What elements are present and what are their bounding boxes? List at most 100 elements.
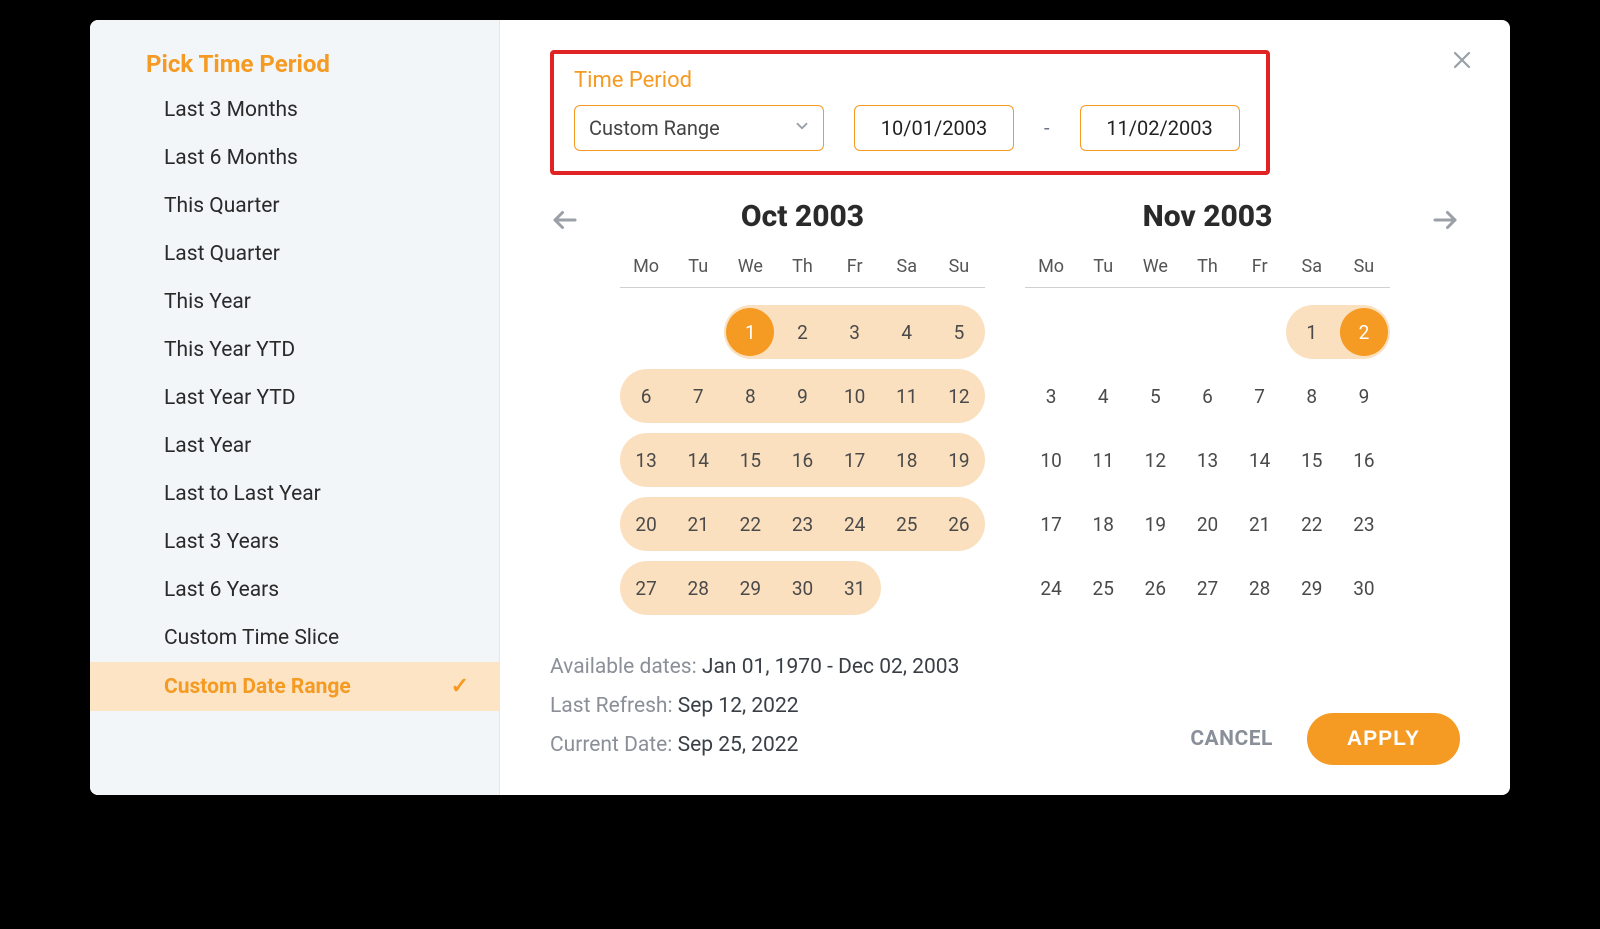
calendar-day[interactable]: 30 — [776, 561, 828, 615]
calendar-day[interactable]: 23 — [776, 497, 828, 551]
calendar-day[interactable]: 30 — [1338, 561, 1390, 615]
calendar-day[interactable]: 29 — [724, 561, 776, 615]
calendar-day[interactable]: 21 — [672, 497, 724, 551]
next-month-icon[interactable] — [1430, 199, 1460, 239]
start-date-input[interactable]: 10/01/2003 — [854, 105, 1014, 151]
calendar-day[interactable]: 25 — [1077, 561, 1129, 615]
chevron-down-icon — [793, 116, 811, 140]
prev-month-icon[interactable] — [550, 199, 580, 239]
calendar-day[interactable]: 23 — [1338, 497, 1390, 551]
sidebar-item-label: Last 3 Months — [164, 98, 298, 122]
calendar-day[interactable]: 18 — [881, 433, 933, 487]
calendar-right: Nov 2003 MoTuWeThFrSaSu12345678910111213… — [1025, 199, 1390, 620]
calendar-blank — [1129, 305, 1181, 359]
calendar-day[interactable]: 28 — [1234, 561, 1286, 615]
last-refresh-label: Last Refresh: — [550, 694, 673, 718]
calendar-day[interactable]: 6 — [1181, 369, 1233, 423]
calendar-day[interactable]: 27 — [620, 561, 672, 615]
weekday-header: Tu — [672, 256, 724, 288]
cancel-button[interactable]: CANCEL — [1190, 727, 1273, 751]
calendar-day[interactable]: 19 — [1129, 497, 1181, 551]
calendar-day[interactable]: 2 — [776, 305, 828, 359]
calendar-day[interactable]: 16 — [1338, 433, 1390, 487]
calendar-day[interactable]: 9 — [1338, 369, 1390, 423]
range-type-select[interactable]: Custom Range — [574, 105, 824, 151]
calendar-blank — [672, 305, 724, 359]
calendar-day[interactable]: 13 — [1181, 433, 1233, 487]
sidebar-item[interactable]: Last Year YTD — [90, 374, 499, 422]
calendar-day[interactable]: 22 — [724, 497, 776, 551]
calendar-day[interactable]: 24 — [829, 497, 881, 551]
calendar-day[interactable]: 22 — [1286, 497, 1338, 551]
close-icon[interactable] — [1450, 48, 1474, 76]
calendar-day[interactable]: 6 — [620, 369, 672, 423]
weekday-header: Fr — [1234, 256, 1286, 288]
sidebar-item[interactable]: This Year — [90, 278, 499, 326]
calendar-day[interactable]: 18 — [1077, 497, 1129, 551]
sidebar-item[interactable]: Last 6 Months — [90, 134, 499, 182]
calendar-day[interactable]: 7 — [1234, 369, 1286, 423]
end-date-input[interactable]: 11/02/2003 — [1080, 105, 1240, 151]
calendar-day[interactable]: 20 — [620, 497, 672, 551]
sidebar-item[interactable]: Last 3 Years — [90, 518, 499, 566]
calendar-day[interactable]: 10 — [829, 369, 881, 423]
calendar-day[interactable]: 4 — [881, 305, 933, 359]
calendar-day[interactable]: 17 — [829, 433, 881, 487]
calendar-day[interactable]: 28 — [672, 561, 724, 615]
weekday-header: Sa — [881, 256, 933, 288]
calendar-day[interactable]: 24 — [1025, 561, 1077, 615]
calendar-day[interactable]: 1 — [724, 305, 776, 359]
sidebar-item[interactable]: Last 3 Months — [90, 86, 499, 134]
calendar-right-title: Nov 2003 — [1025, 199, 1390, 234]
calendar-day[interactable]: 16 — [776, 433, 828, 487]
calendar-day[interactable]: 15 — [724, 433, 776, 487]
calendar-day[interactable]: 8 — [724, 369, 776, 423]
sidebar-item[interactable]: This Quarter — [90, 182, 499, 230]
calendar-day[interactable]: 14 — [672, 433, 724, 487]
calendar-day[interactable]: 26 — [1129, 561, 1181, 615]
calendar-day[interactable]: 13 — [620, 433, 672, 487]
calendar-day[interactable]: 15 — [1286, 433, 1338, 487]
calendar-day[interactable]: 7 — [672, 369, 724, 423]
sidebar-item[interactable]: Last to Last Year — [90, 470, 499, 518]
sidebar: Pick Time Period Last 3 MonthsLast 6 Mon… — [90, 20, 500, 795]
calendar-day[interactable]: 25 — [881, 497, 933, 551]
calendar-day[interactable]: 12 — [1129, 433, 1181, 487]
calendar-day[interactable]: 19 — [933, 433, 985, 487]
calendar-day[interactable]: 12 — [933, 369, 985, 423]
sidebar-item[interactable]: Custom Time Slice — [90, 614, 499, 662]
calendar-day[interactable]: 3 — [1025, 369, 1077, 423]
sidebar-item[interactable]: Last 6 Years — [90, 566, 499, 614]
calendar-day[interactable]: 1 — [1286, 305, 1338, 359]
sidebar-item[interactable]: Last Year — [90, 422, 499, 470]
sidebar-item[interactable]: This Year YTD — [90, 326, 499, 374]
action-buttons: CANCEL APPLY — [1190, 713, 1460, 765]
calendar-day[interactable]: 11 — [881, 369, 933, 423]
calendar-day[interactable]: 11 — [1077, 433, 1129, 487]
sidebar-item[interactable]: Custom Date Range✓ — [90, 662, 499, 711]
date-separator: - — [1044, 116, 1050, 140]
calendar-day[interactable]: 14 — [1234, 433, 1286, 487]
calendar-day[interactable]: 2 — [1338, 305, 1390, 359]
calendar-day[interactable]: 29 — [1286, 561, 1338, 615]
calendar-day[interactable]: 8 — [1286, 369, 1338, 423]
sidebar-item[interactable]: Last Quarter — [90, 230, 499, 278]
calendar-day[interactable]: 5 — [1129, 369, 1181, 423]
calendar-day[interactable]: 10 — [1025, 433, 1077, 487]
calendar-day[interactable]: 31 — [829, 561, 881, 615]
calendar-day[interactable]: 3 — [829, 305, 881, 359]
calendar-day[interactable]: 27 — [1181, 561, 1233, 615]
calendar-day[interactable]: 21 — [1234, 497, 1286, 551]
range-type-value: Custom Range — [589, 116, 720, 140]
calendar-day[interactable]: 9 — [776, 369, 828, 423]
sidebar-item-label: Last 6 Years — [164, 578, 279, 602]
selected-day-marker: 2 — [1340, 308, 1388, 356]
sidebar-item-label: This Year YTD — [164, 338, 295, 362]
calendar-day[interactable]: 20 — [1181, 497, 1233, 551]
time-period-label: Time Period — [574, 68, 1246, 93]
calendar-day[interactable]: 17 — [1025, 497, 1077, 551]
apply-button[interactable]: APPLY — [1307, 713, 1460, 765]
calendar-day[interactable]: 4 — [1077, 369, 1129, 423]
calendar-day[interactable]: 26 — [933, 497, 985, 551]
calendar-day[interactable]: 5 — [933, 305, 985, 359]
